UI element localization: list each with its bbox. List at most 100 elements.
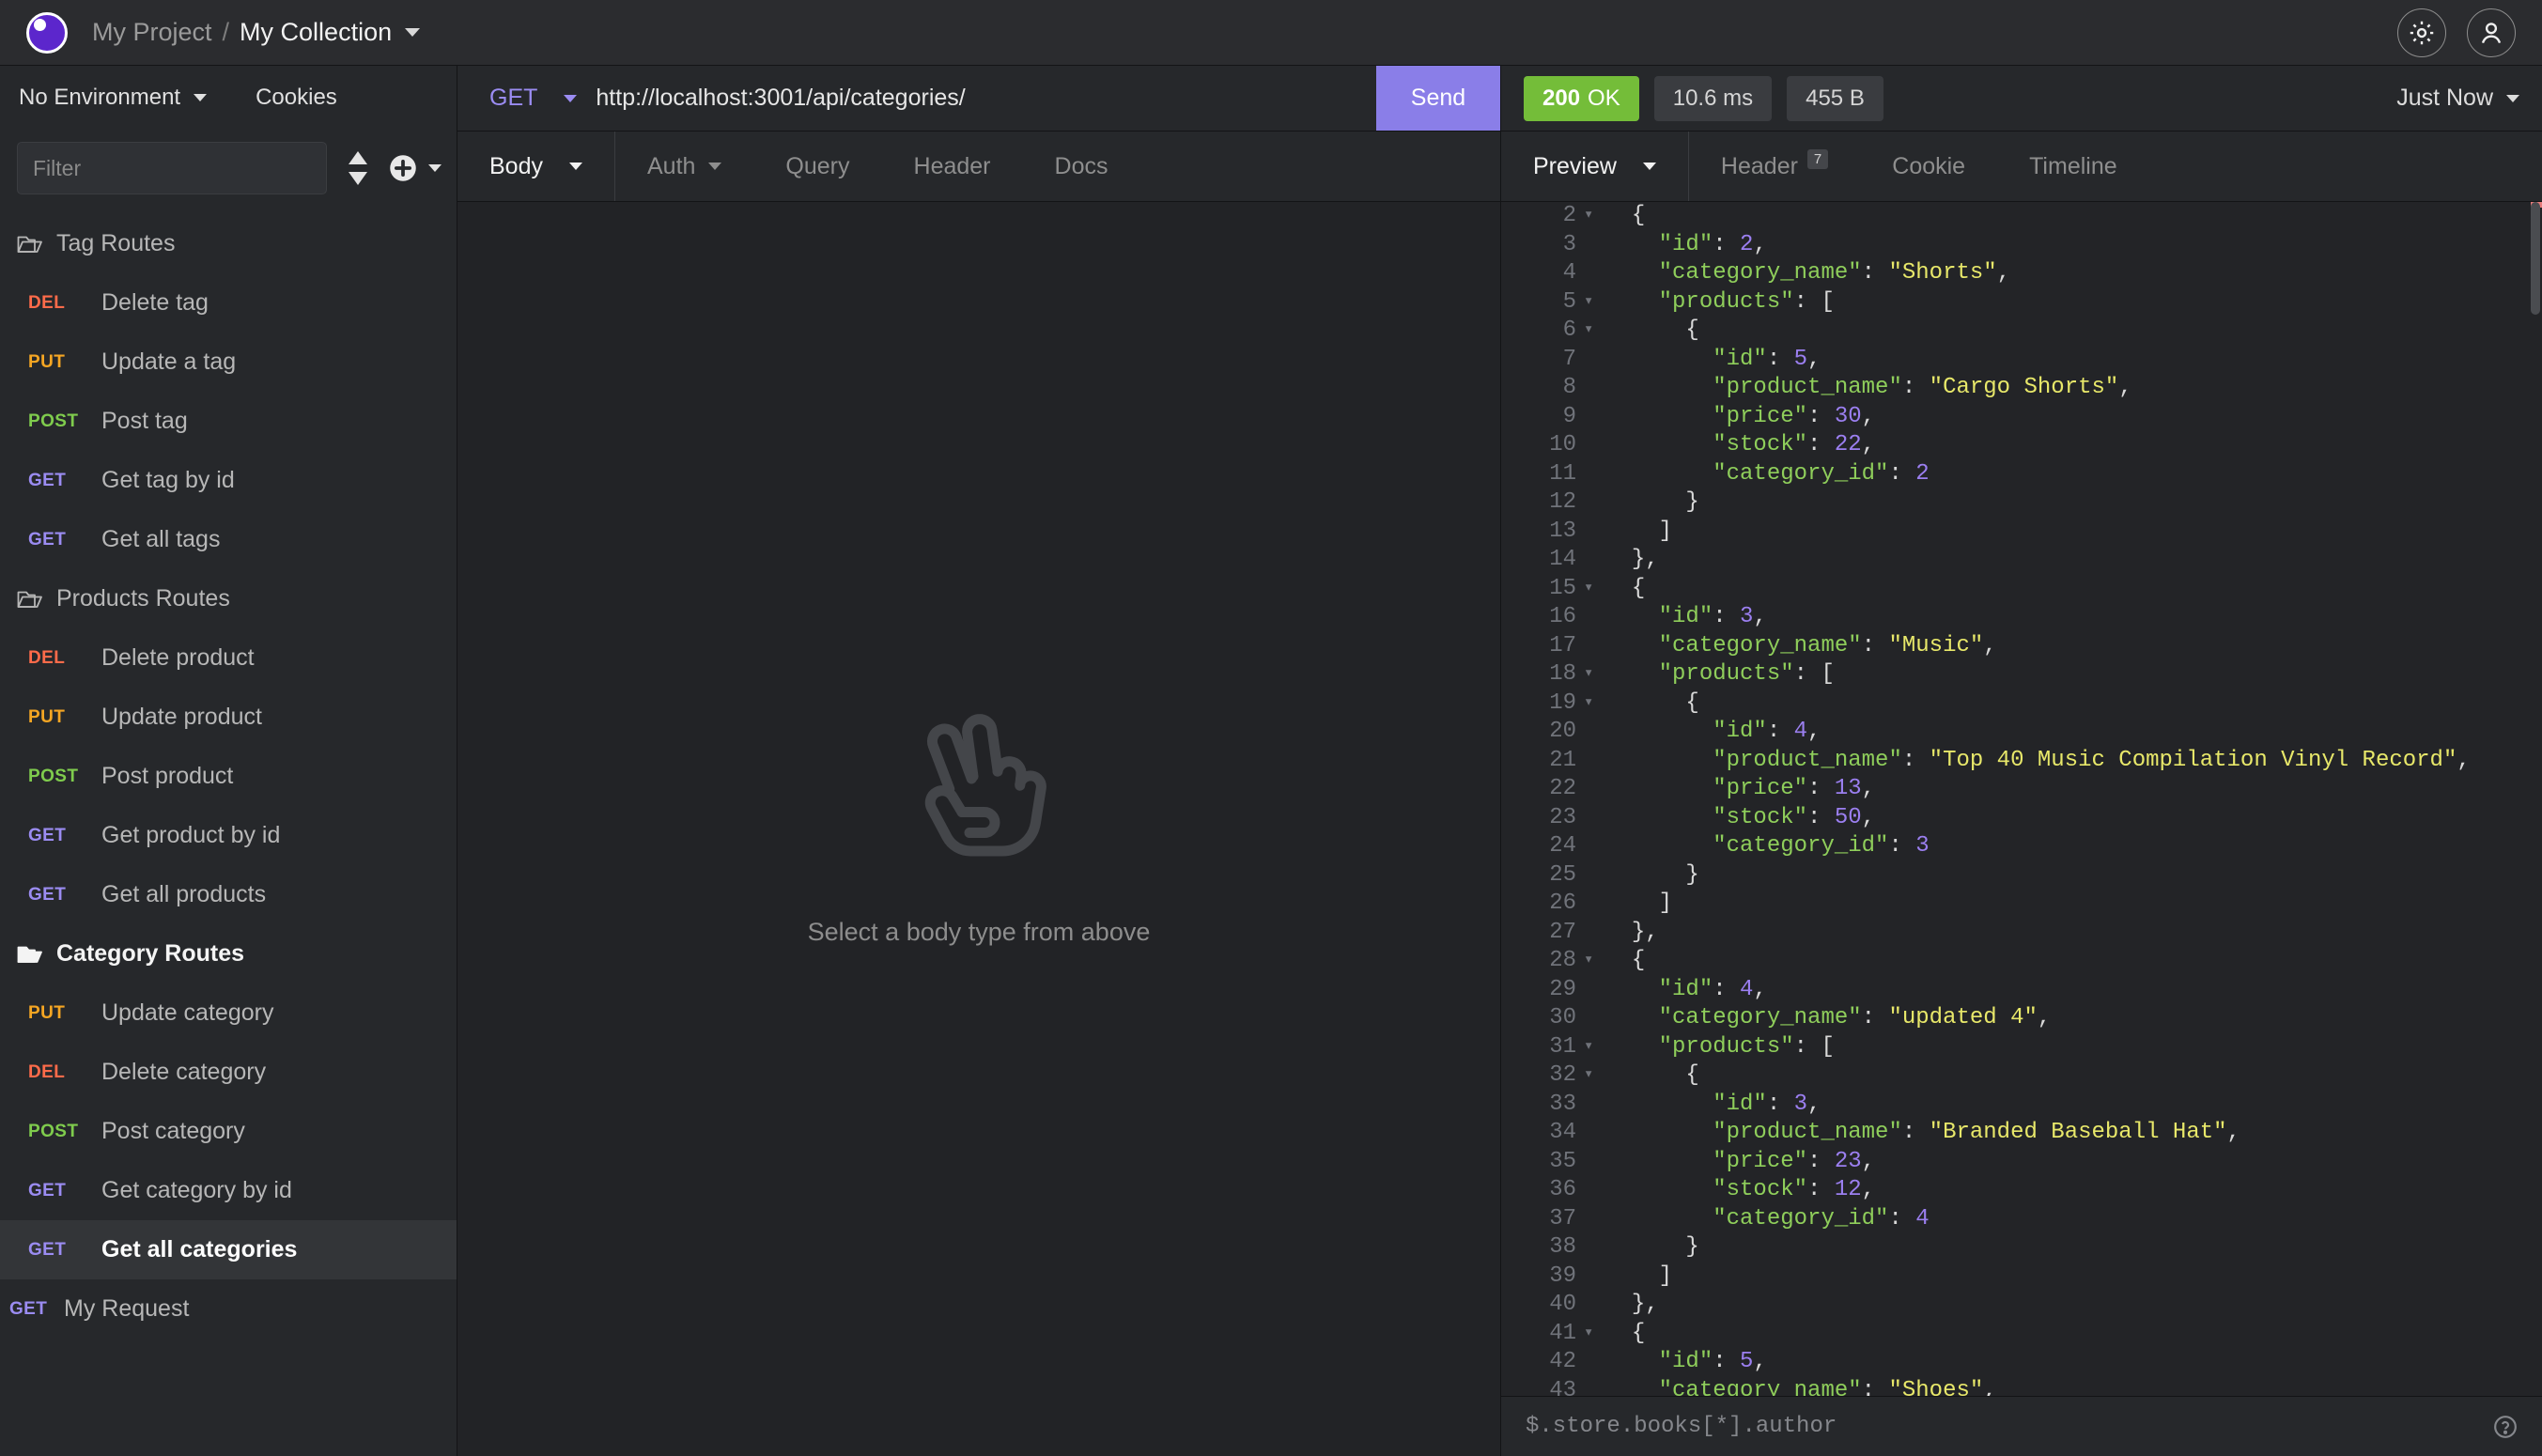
- code-text: "category_name": "Shoes",: [1604, 1377, 1997, 1397]
- breadcrumb-project[interactable]: My Project: [92, 18, 212, 47]
- line-number: 7: [1501, 346, 1580, 375]
- request-tab-header[interactable]: Header: [882, 132, 1023, 201]
- environment-selector[interactable]: No Environment: [19, 85, 207, 111]
- request-item-get-all-products[interactable]: GETGet all products: [0, 865, 457, 924]
- folder-category-routes[interactable]: Category Routes: [0, 924, 457, 984]
- request-item-get-all-tags[interactable]: GETGet all tags: [0, 510, 457, 569]
- send-button[interactable]: Send: [1376, 66, 1500, 131]
- code-text: ]: [1604, 890, 1672, 919]
- fold-toggle-icon: [1580, 775, 1604, 804]
- response-tab-preview[interactable]: Preview: [1501, 132, 1689, 201]
- line-number: 22: [1501, 775, 1580, 804]
- fold-toggle-icon[interactable]: ▾: [1580, 660, 1604, 689]
- request-item-delete-category[interactable]: DELDelete category: [0, 1043, 457, 1102]
- fold-toggle-icon[interactable]: ▾: [1580, 1320, 1604, 1349]
- response-body-viewer[interactable]: 2▾ {3 "id": 2,4 "category_name": "Shorts…: [1501, 202, 2542, 1396]
- line-number: 24: [1501, 832, 1580, 861]
- response-tab-cookie[interactable]: Cookie: [1860, 132, 1997, 201]
- help-circle-icon[interactable]: [2493, 1415, 2518, 1439]
- breadcrumb-separator: /: [223, 18, 230, 47]
- request-item-label: Delete category: [101, 1059, 266, 1086]
- request-item-delete-tag[interactable]: DELDelete tag: [0, 273, 457, 333]
- jsonpath-filter-input[interactable]: [1526, 1414, 2493, 1439]
- request-item-update-category[interactable]: PUTUpdate category: [0, 984, 457, 1043]
- status-code: 200: [1542, 85, 1580, 112]
- fold-toggle-icon: [1580, 632, 1604, 661]
- line-number: 5: [1501, 288, 1580, 318]
- request-method-badge: DEL: [28, 293, 101, 314]
- response-tab-header[interactable]: Header7: [1689, 132, 1860, 201]
- fold-toggle-icon: [1580, 1348, 1604, 1377]
- request-item-my-request[interactable]: GETMy Request: [0, 1279, 457, 1339]
- folder-products-routes[interactable]: Products Routes: [0, 569, 457, 628]
- request-tab-body[interactable]: Body: [457, 132, 615, 201]
- fold-toggle-icon: [1580, 1148, 1604, 1177]
- line-number: 15: [1501, 575, 1580, 604]
- fold-toggle-icon: [1580, 374, 1604, 403]
- fold-toggle-icon[interactable]: ▾: [1580, 575, 1604, 604]
- code-text: },: [1604, 1291, 1659, 1320]
- fold-toggle-icon[interactable]: ▾: [1580, 1061, 1604, 1091]
- code-text: "category_id": 4: [1604, 1205, 1930, 1234]
- vertical-scrollbar[interactable]: [2531, 202, 2540, 315]
- fold-toggle-icon[interactable]: ▾: [1580, 1033, 1604, 1062]
- tab-label: Query: [785, 153, 849, 180]
- code-text: "price": 30,: [1604, 403, 1875, 432]
- request-item-post-tag[interactable]: POSTPost tag: [0, 392, 457, 451]
- settings-button[interactable]: [2397, 8, 2446, 57]
- request-item-get-product-by-id[interactable]: GETGet product by id: [0, 806, 457, 865]
- request-tab-docs[interactable]: Docs: [1023, 132, 1140, 201]
- request-item-get-tag-by-id[interactable]: GETGet tag by id: [0, 451, 457, 510]
- breadcrumb[interactable]: My Project / My Collection: [92, 18, 420, 47]
- code-text: "stock": 22,: [1604, 431, 1875, 460]
- fold-toggle-icon[interactable]: ▾: [1580, 202, 1604, 231]
- code-text: {: [1604, 947, 1645, 976]
- fold-toggle-icon[interactable]: ▾: [1580, 288, 1604, 318]
- request-item-label: Post category: [101, 1118, 245, 1145]
- sort-button[interactable]: [344, 149, 372, 187]
- code-line: 43 "category_name": "Shoes",: [1501, 1377, 2542, 1397]
- fold-toggle-icon: [1580, 1119, 1604, 1148]
- code-line: 22 "price": 13,: [1501, 775, 2542, 804]
- request-item-update-product[interactable]: PUTUpdate product: [0, 688, 457, 747]
- fold-toggle-icon: [1580, 1091, 1604, 1120]
- fold-toggle-icon: [1580, 1377, 1604, 1397]
- code-line: 16 "id": 3,: [1501, 603, 2542, 632]
- request-item-get-all-categories[interactable]: GETGet all categories: [0, 1220, 457, 1279]
- insomnia-logo: [26, 12, 68, 54]
- request-item-get-category-by-id[interactable]: GETGet category by id: [0, 1161, 457, 1220]
- code-text: "id": 3,: [1604, 603, 1767, 632]
- fold-toggle-icon[interactable]: ▾: [1580, 947, 1604, 976]
- request-item-update-a-tag[interactable]: PUTUpdate a tag: [0, 333, 457, 392]
- account-button[interactable]: [2467, 8, 2516, 57]
- code-line: 4 "category_name": "Shorts",: [1501, 259, 2542, 288]
- response-tab-timeline[interactable]: Timeline: [1997, 132, 2149, 201]
- request-method-badge: PUT: [28, 352, 101, 373]
- line-number: 33: [1501, 1091, 1580, 1120]
- chevron-down-icon[interactable]: [405, 28, 420, 37]
- folder-tag-routes[interactable]: Tag Routes: [0, 214, 457, 273]
- filter-input[interactable]: [17, 142, 327, 194]
- request-method-badge: GET: [28, 885, 101, 906]
- request-method-badge: GET: [28, 471, 101, 491]
- request-tab-auth[interactable]: Auth: [615, 132, 753, 201]
- code-text: }: [1604, 488, 1699, 518]
- code-text: {: [1604, 575, 1645, 604]
- fold-toggle-icon[interactable]: ▾: [1580, 317, 1604, 346]
- sidebar-filter-row: [0, 130, 457, 207]
- breadcrumb-collection[interactable]: My Collection: [240, 18, 392, 47]
- request-method-selector[interactable]: GET: [457, 66, 596, 131]
- request-tab-query[interactable]: Query: [753, 132, 881, 201]
- titlebar: My Project / My Collection: [0, 0, 2542, 66]
- code-line: 12 }: [1501, 488, 2542, 518]
- code-text: "category_name": "Shorts",: [1604, 259, 2010, 288]
- cookies-button[interactable]: Cookies: [256, 85, 337, 111]
- request-item-post-category[interactable]: POSTPost category: [0, 1102, 457, 1161]
- line-number: 4: [1501, 259, 1580, 288]
- response-history-dropdown[interactable]: Just Now: [2396, 85, 2519, 112]
- add-request-button[interactable]: [389, 154, 442, 182]
- fold-toggle-icon[interactable]: ▾: [1580, 689, 1604, 719]
- url-input[interactable]: [596, 66, 1376, 131]
- request-item-delete-product[interactable]: DELDelete product: [0, 628, 457, 688]
- request-item-post-product[interactable]: POSTPost product: [0, 747, 457, 806]
